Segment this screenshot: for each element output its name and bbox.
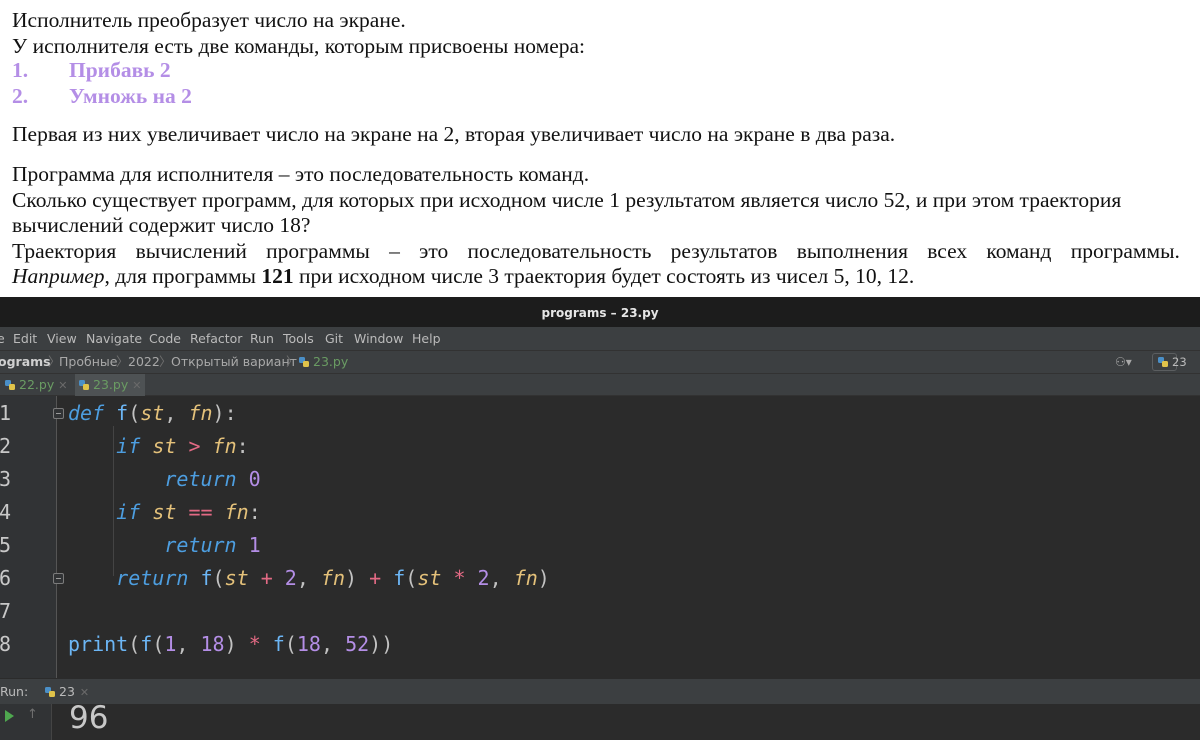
code-line-4: if st == fn: <box>116 500 261 524</box>
code-line-8: print(f(1, 18) * f(18, 52)) <box>68 632 394 656</box>
code-line-2: if st > fn: <box>116 434 249 458</box>
rerun-icon[interactable] <box>5 710 14 722</box>
line-number: 7 <box>0 599 12 623</box>
menu-view[interactable]: View <box>47 327 77 350</box>
python-icon <box>45 687 55 697</box>
console-output: 96 <box>69 700 109 736</box>
run-toolbar: Run: 23 ✕ <box>0 678 1200 704</box>
menu-file[interactable]: e <box>0 327 5 350</box>
run-output: ↑ 96 <box>0 700 1200 740</box>
task-word: программы. <box>1070 239 1180 263</box>
example-word: Например <box>12 264 105 288</box>
line-number: 3 <box>0 467 12 491</box>
task-word: программы <box>266 239 370 263</box>
code-line-6: return f(st + 2, fn) + f(st * 2, fn) <box>116 566 550 590</box>
menu-edit[interactable]: Edit <box>13 327 37 350</box>
command-2-number: 2. <box>12 84 29 108</box>
task-line-10: Например, для программы 121 при исходном… <box>12 264 915 288</box>
code-line-3: return 0 <box>164 467 261 491</box>
menu-window[interactable]: Window <box>354 327 403 350</box>
breadcrumb-project[interactable]: ograms <box>0 351 51 373</box>
command-2: 2. Умножь на 2 <box>12 83 192 109</box>
python-file-icon <box>5 380 15 390</box>
task-word: вычислений <box>135 239 247 263</box>
breadcrumb-folder-2[interactable]: 2022 <box>128 351 160 373</box>
breadcrumb-separator: 〉 <box>286 354 299 369</box>
tab-22-py[interactable]: 22.py ✕ <box>4 374 72 396</box>
task-word: выполнения <box>796 239 908 263</box>
menu-tools[interactable]: Tools <box>283 327 314 350</box>
fold-open-icon[interactable] <box>53 408 64 419</box>
tab-23-py[interactable]: 23.py ✕ <box>75 374 145 396</box>
command-1: 1. Прибавь 2 <box>12 57 171 83</box>
example-program: 121 <box>261 264 294 288</box>
task-line-1: Исполнитель преобразует число на экране. <box>12 8 406 32</box>
task-line-6: Программа для исполнителя – это последов… <box>12 162 590 186</box>
line-number: 5 <box>0 533 12 557</box>
run-config-selector[interactable]: 23 <box>1152 353 1187 371</box>
line-number: 8 <box>0 632 12 656</box>
close-icon[interactable]: ✕ <box>80 686 89 699</box>
menu-help[interactable]: Help <box>412 327 441 350</box>
command-1-label: Прибавь 2 <box>69 58 171 82</box>
user-icon[interactable]: ⚇▾ <box>1115 351 1132 373</box>
line-number: 2 <box>0 434 12 458</box>
line-number: 6 <box>0 566 12 590</box>
python-icon <box>1158 357 1168 367</box>
menu-run[interactable]: Run <box>250 327 274 350</box>
editor-tabs: 22.py ✕ 23.py ✕ <box>0 373 1200 396</box>
arrow-up-icon[interactable]: ↑ <box>27 707 38 722</box>
task-word: последовательность <box>467 239 652 263</box>
run-label: Run: <box>0 684 29 699</box>
task-word: всех <box>927 239 968 263</box>
code-line-5: return 1 <box>164 533 261 557</box>
command-2-label: Умножь на 2 <box>69 84 192 108</box>
task-line-8: вычислений содержит число 18? <box>12 213 311 237</box>
breadcrumb-separator: 〉 <box>159 354 172 369</box>
window-title: programs – 23.py <box>0 297 1200 327</box>
python-file-icon <box>79 380 89 390</box>
close-icon[interactable]: ✕ <box>132 379 141 392</box>
code-line-1: def f(st, fn): <box>68 401 237 425</box>
line-number: 4 <box>0 500 12 524</box>
breadcrumb-separator: 〉 <box>116 354 129 369</box>
menu-code[interactable]: Code <box>149 327 181 350</box>
close-icon[interactable]: ✕ <box>58 379 67 392</box>
task-line-7: Сколько существует программ, для которых… <box>12 188 1122 212</box>
breadcrumb: ograms 〉 Пробные 〉 2022 〉 Открытый вариа… <box>0 350 1200 373</box>
code-editor[interactable]: 1 2 3 4 5 6 7 8 def f(st, fn): if st > f… <box>0 396 1200 678</box>
fold-close-icon[interactable] <box>53 573 64 584</box>
task-word: это <box>419 239 449 263</box>
breadcrumb-folder-1[interactable]: Пробные <box>59 351 117 373</box>
menu-navigate[interactable]: Navigate <box>86 327 142 350</box>
task-word: – <box>389 239 400 263</box>
task-word: результатов <box>670 239 778 263</box>
menu-bar: e Edit View Navigate Code Refactor Run T… <box>0 327 1200 350</box>
menu-refactor[interactable]: Refactor <box>190 327 242 350</box>
line-number-gutter: 1 2 3 4 5 6 7 8 <box>0 396 57 678</box>
task-line-5: Первая из них увеличивает число на экран… <box>12 122 896 146</box>
python-file-icon <box>299 357 309 367</box>
task-word: команд <box>986 239 1052 263</box>
line-number: 1 <box>0 401 12 425</box>
task-text: Исполнитель преобразует число на экране.… <box>0 0 1200 297</box>
command-1-number: 1. <box>12 58 29 82</box>
breadcrumb-folder-3[interactable]: Открытый вариант <box>171 351 297 373</box>
task-line-2: У исполнителя есть две команды, которым … <box>12 34 586 58</box>
task-line-9: Траектория вычислений программы – это последо… <box>12 238 1180 264</box>
ide-window: programs – 23.py e Edit View Navigate Co… <box>0 297 1200 740</box>
task-word: Траектория <box>12 239 117 263</box>
breadcrumb-file[interactable]: 23.py <box>298 351 348 373</box>
run-side-toolbar: ↑ <box>0 704 52 740</box>
menu-git[interactable]: Git <box>325 327 343 350</box>
